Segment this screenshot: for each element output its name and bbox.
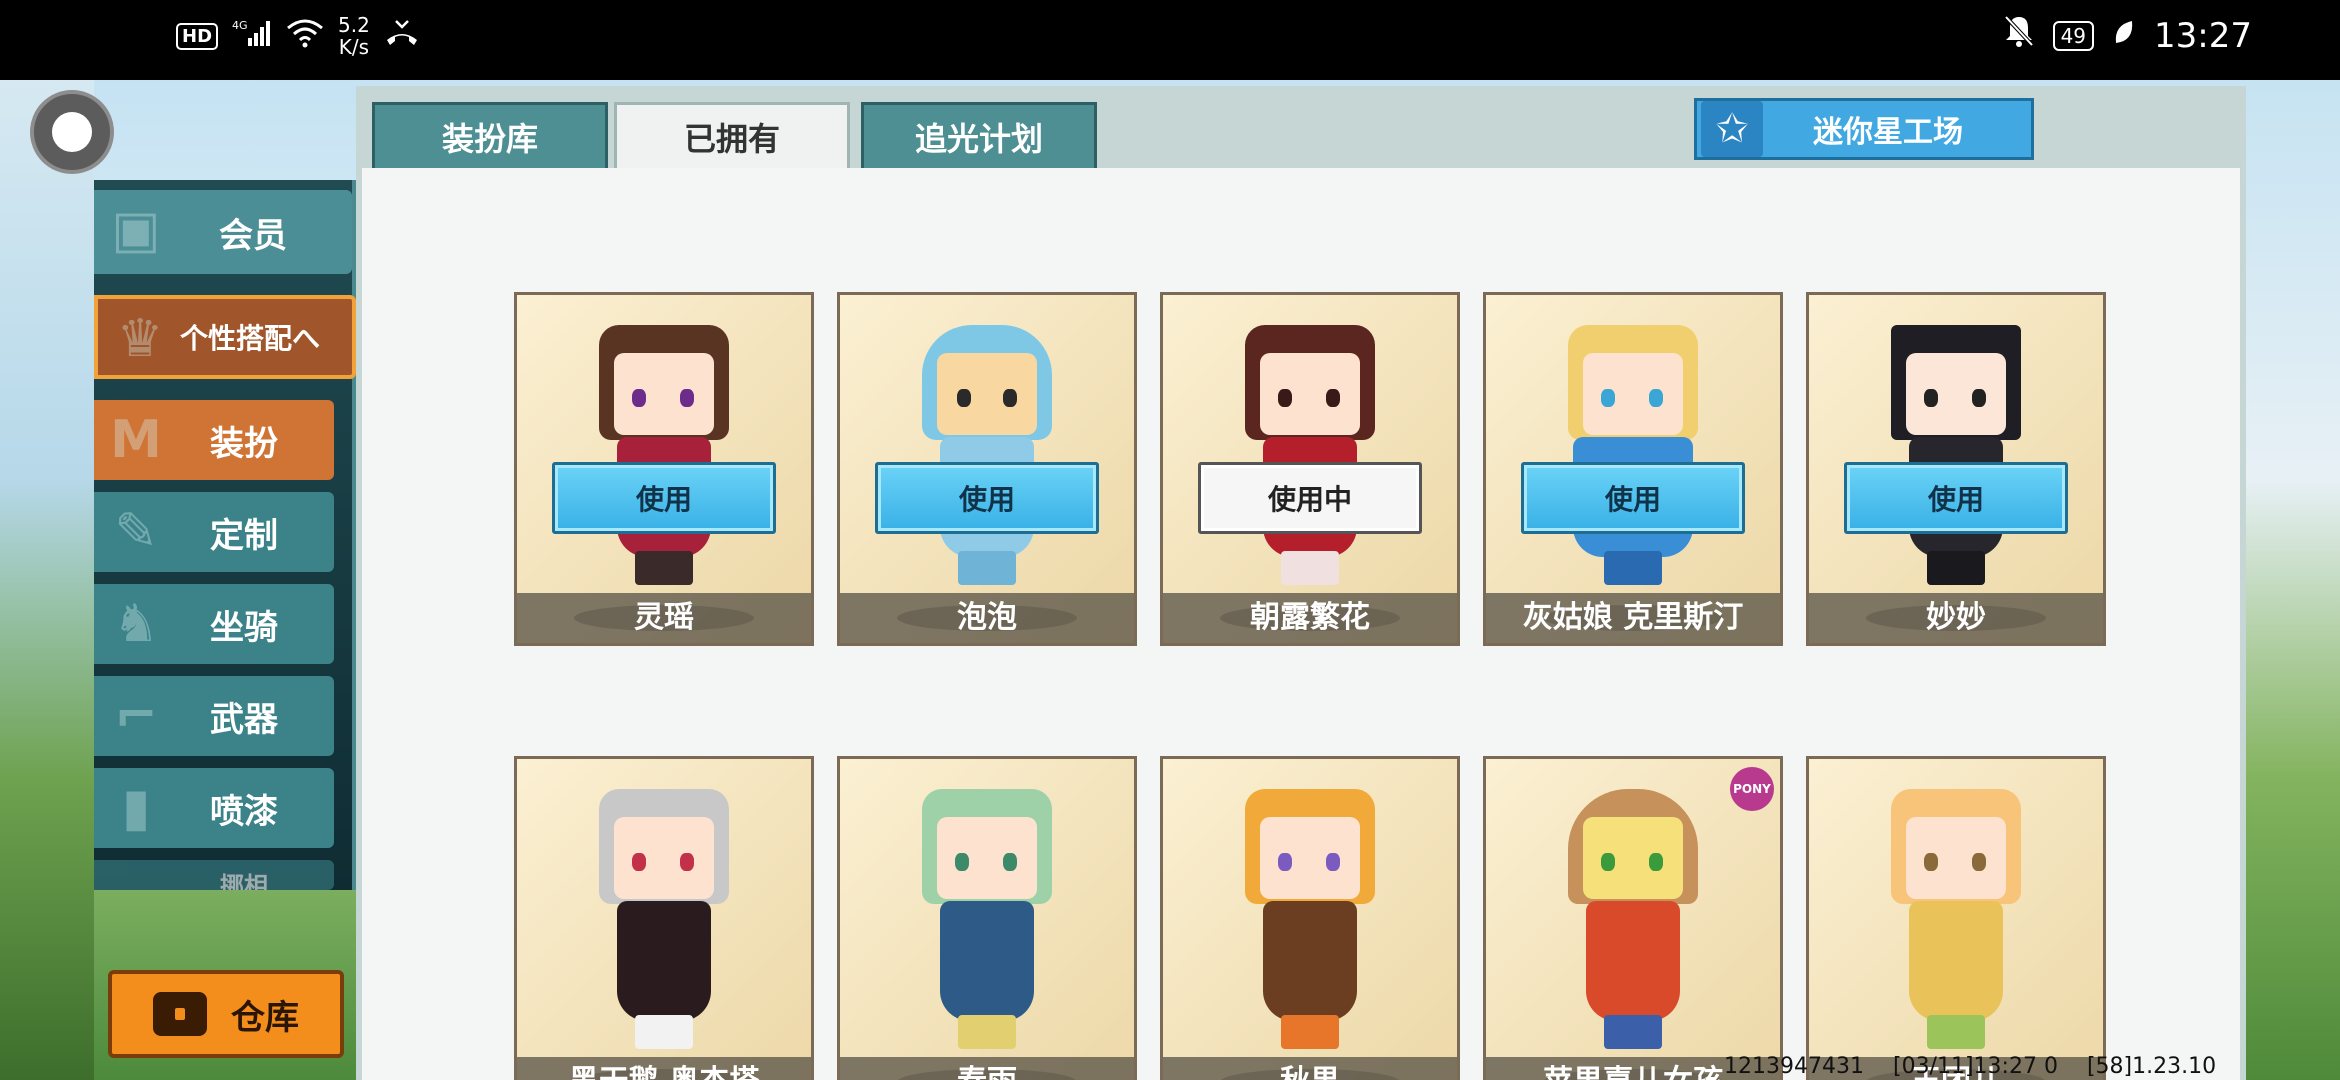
character-figure — [912, 325, 1062, 595]
speed-unit: K/s — [338, 35, 370, 59]
outfit-card[interactable]: PONY 苹果嘉儿女孩 — [1483, 756, 1783, 1080]
tab-owned[interactable]: 已拥有 — [614, 102, 850, 168]
character-figure — [1235, 789, 1385, 1059]
character-figure — [589, 325, 739, 595]
shirt-icon: M — [110, 410, 162, 470]
outfit-card[interactable]: 春雨 — [837, 756, 1137, 1080]
outfit-card[interactable]: 玉团儿 — [1806, 756, 2106, 1080]
star-icon: ✩ — [1701, 101, 1763, 157]
sidebar-item-weapon[interactable]: ⌐ 武器 — [94, 676, 334, 756]
sidebar-item-label: 定制 — [210, 515, 278, 556]
sidebar-item-personal-style[interactable]: ♛ 个性搭配へ — [94, 295, 356, 379]
character-figure — [1881, 789, 2031, 1059]
sidebar-item-label: 喷漆 — [210, 791, 278, 832]
sidebar-item-label: 武器 — [210, 699, 278, 740]
character-figure — [589, 789, 739, 1059]
use-button[interactable]: 使用 — [875, 462, 1099, 534]
my-little-pony-logo: PONY — [1730, 767, 1774, 811]
pencil-icon: ✎ — [114, 502, 158, 562]
outfit-name: 黑天鹅 奥杰塔 — [517, 1057, 811, 1080]
version: [58]1.23.10 — [2086, 1054, 2217, 1079]
sidebar-item-member[interactable]: ▣ 会员 — [94, 190, 352, 274]
outfit-name: 秋果 — [1163, 1057, 1457, 1080]
sidebar-item-spray[interactable]: ▮ 喷漆 — [94, 768, 334, 848]
character-figure — [1558, 325, 1708, 595]
member-icon: ▣ — [111, 200, 161, 260]
user-id: 1213947431 — [1724, 1054, 1864, 1079]
sidebar-item-mount[interactable]: ♞ 坐骑 — [94, 584, 334, 664]
tab-bar: 装扮库 已拥有 追光计划 ✩ 迷你星工场 — [356, 86, 2246, 168]
outfit-name: 妙妙 — [1809, 593, 2103, 643]
sidebar-item-frame[interactable]: 挪相 — [94, 860, 334, 890]
debug-info: 1213947431 [03/11]13:27 0 [58]1.23.10 — [1724, 1054, 2238, 1079]
timestamp: [03/11]13:27 0 — [1892, 1054, 2058, 1079]
character-figure — [1558, 789, 1708, 1059]
network-speed: 5.2 K/s — [338, 14, 370, 58]
sidebar-item-outfit[interactable]: M 装扮 — [94, 400, 334, 480]
wifi-icon — [286, 18, 324, 55]
outfit-name: 灰姑娘 克里斯汀 — [1486, 593, 1780, 643]
hd-badge: HD — [176, 22, 219, 50]
svg-text:4G: 4G — [232, 19, 248, 32]
tab-chasing-light[interactable]: 追光计划 — [861, 102, 1097, 168]
sidebar: ▣ 会员 ♛ 个性搭配へ M 装扮 ✎ 定制 ♞ 坐骑 ⌐ 武器 ▮ 喷漆 挪相 — [94, 180, 356, 890]
outfit-card[interactable]: 秋果 — [1160, 756, 1460, 1080]
missed-call-icon — [384, 18, 420, 55]
leaf-icon — [2112, 16, 2136, 56]
sidebar-item-label: 装扮 — [210, 423, 278, 464]
character-figure — [1881, 325, 2031, 595]
warehouse-button[interactable]: 仓库 — [108, 970, 344, 1058]
outfit-name: 春雨 — [840, 1057, 1134, 1080]
sidebar-item-label: 个性搭配へ — [179, 322, 320, 355]
sidebar-item-label: 会员 — [219, 215, 287, 256]
outfit-card[interactable]: 黑天鹅 奥杰塔 — [514, 756, 814, 1080]
owned-items-grid: 灵瑶 泡泡 朝露繁花 灰姑娘 克里斯汀 妙妙 使用 使用 使用中 使用 使用 P… — [362, 168, 2240, 1080]
battery-indicator: 49 — [2052, 20, 2095, 51]
sidebar-item-customize[interactable]: ✎ 定制 — [94, 492, 334, 572]
gun-icon: ⌐ — [114, 686, 158, 746]
status-left: HD 4G 5.2 K/s — [176, 14, 420, 58]
use-button[interactable]: 使用 — [1521, 462, 1745, 534]
mount-icon: ♞ — [112, 594, 160, 654]
warehouse-label: 仓库 — [231, 997, 299, 1038]
use-button[interactable]: 使用 — [1844, 462, 2068, 534]
chest-icon — [153, 992, 207, 1036]
outfit-name: 灵瑶 — [517, 593, 811, 643]
spray-icon: ▮ — [121, 778, 151, 838]
signal-icon: 4G — [232, 18, 272, 55]
outfit-name: 泡泡 — [840, 593, 1134, 643]
status-right: 49 13:27 — [2003, 14, 2252, 57]
trophy-icon: ♛ — [116, 309, 164, 369]
mute-bell-icon — [2003, 14, 2035, 57]
assistive-touch-button[interactable] — [30, 90, 114, 174]
main-panel: 装扮库 已拥有 追光计划 ✩ 迷你星工场 灵瑶 泡泡 朝露繁花 灰姑娘 克里斯汀… — [356, 86, 2246, 1080]
outfit-name: 朝露繁花 — [1163, 593, 1457, 643]
game-background-left — [0, 80, 94, 1080]
game-background-right — [2246, 80, 2340, 1080]
sidebar-item-label: 挪相 — [220, 872, 268, 890]
star-workshop-button[interactable]: ✩ 迷你星工场 — [1694, 98, 2034, 160]
status-bar: HD 4G 5.2 K/s 49 13:27 — [0, 0, 2340, 80]
character-figure — [1235, 325, 1385, 595]
star-workshop-label: 迷你星工场 — [1813, 115, 1963, 150]
clock: 13:27 — [2154, 15, 2252, 56]
speed-value: 5.2 — [338, 13, 370, 37]
tab-wardrobe[interactable]: 装扮库 — [372, 102, 608, 168]
character-figure — [912, 789, 1062, 1059]
use-button[interactable]: 使用 — [552, 462, 776, 534]
in-use-button[interactable]: 使用中 — [1198, 462, 1422, 534]
sidebar-item-label: 坐骑 — [210, 607, 278, 648]
